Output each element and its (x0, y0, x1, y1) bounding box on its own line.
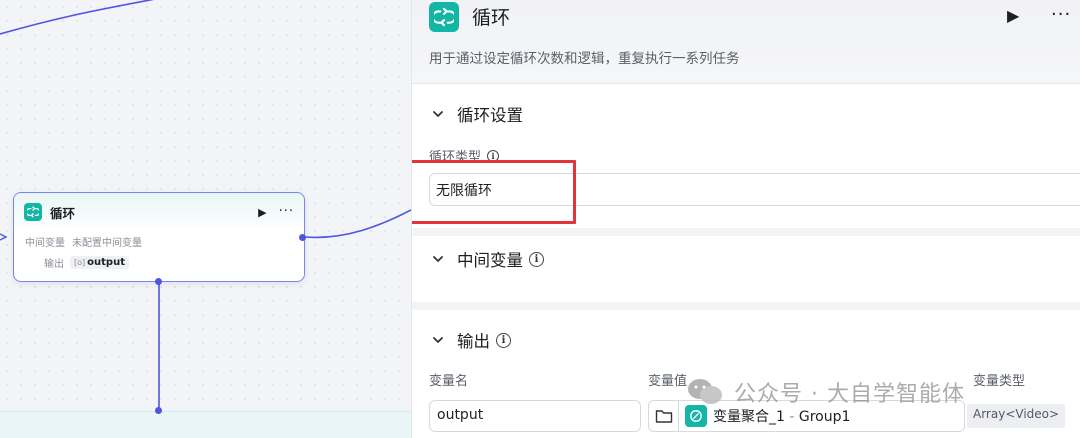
node-header: 循环 ▶ ··· (14, 193, 304, 231)
variable-reference: 变量聚合_1 - Group1 (713, 406, 850, 426)
watermark-text: 公众号 · 大自学智能体 (734, 382, 965, 407)
loop-type-select[interactable]: 无限循环 (429, 173, 1080, 206)
ref-suffix: Group1 (798, 409, 851, 425)
output-chip-label: output (87, 257, 125, 268)
workflow-canvas[interactable]: 循环 ▶ ··· 中间变量 未配置中间变量 输出 [o] output (0, 0, 411, 438)
col-header-name: 变量名 (429, 374, 469, 389)
col-header-value: 变量值 (648, 374, 688, 389)
panel-header: 循环 ▶ ··· 用于通过设定循环次数和逻辑，重复执行一系列任务 (412, 0, 1080, 84)
node-mid-var-row: 中间变量 未配置中间变量 (14, 231, 304, 252)
section-divider (412, 302, 1080, 310)
variable-type-chip: Array<Video> (967, 404, 1066, 428)
section-title: 中间变量 (457, 251, 523, 270)
variable-name-input[interactable]: output (429, 400, 641, 432)
panel-description: 用于通过设定循环次数和逻辑，重复执行一系列任务 (429, 51, 740, 67)
section-mid-vars[interactable]: 中间变量 i (429, 247, 544, 271)
node-bottom-port[interactable] (155, 278, 162, 285)
loop-icon (24, 203, 42, 221)
aggregate-icon (685, 405, 707, 427)
ref-prefix: 变量聚合_1 (713, 409, 785, 425)
section-divider (412, 228, 1080, 236)
loop-type-label: 循环类型 i (429, 146, 500, 165)
more-icon[interactable]: ··· (279, 205, 294, 218)
loop-node[interactable]: 循环 ▶ ··· 中间变量 未配置中间变量 输出 [o] output (13, 192, 305, 282)
wechat-watermark: 公众号 · 大自学智能体 (686, 376, 965, 408)
output-chip: [o] output (70, 256, 129, 269)
section-loop-settings[interactable]: 循环设置 (429, 102, 523, 126)
output-label: 输出 (44, 259, 64, 270)
mid-var-label: 中间变量 (25, 238, 65, 249)
section-title: 输出 (457, 332, 490, 351)
node-output-row: 输出 [o] output (14, 252, 304, 273)
more-icon[interactable]: ··· (1051, 4, 1071, 25)
node-title: 循环 (50, 205, 76, 221)
child-input-port[interactable] (155, 407, 162, 414)
mid-var-value: 未配置中间变量 (72, 238, 142, 249)
output-type-icon: [o] (74, 258, 86, 267)
info-icon[interactable]: i (487, 149, 500, 162)
folder-icon[interactable] (649, 401, 679, 431)
canvas-bottom-band (0, 411, 411, 438)
loop-type-label-text: 循环类型 (429, 150, 482, 165)
section-output[interactable]: 输出 i (429, 328, 511, 352)
info-icon[interactable]: i (529, 251, 544, 267)
info-icon[interactable]: i (496, 332, 511, 348)
play-icon[interactable]: ▶ (1007, 6, 1019, 25)
wechat-logo-icon (688, 379, 722, 404)
node-output-port[interactable] (299, 234, 306, 241)
node-settings-panel: 循环 ▶ ··· 用于通过设定循环次数和逻辑，重复执行一系列任务 循环设置 循环… (411, 0, 1080, 438)
col-header-type: 变量类型 (973, 374, 1026, 389)
panel-title: 循环 (472, 7, 511, 29)
chevron-down-icon (433, 256, 443, 262)
play-icon[interactable]: ▶ (258, 206, 266, 219)
chevron-down-icon (433, 111, 443, 117)
chevron-down-icon (433, 337, 443, 343)
section-title: 循环设置 (457, 106, 523, 125)
ref-separator: - (784, 409, 799, 425)
loop-icon (429, 2, 459, 32)
